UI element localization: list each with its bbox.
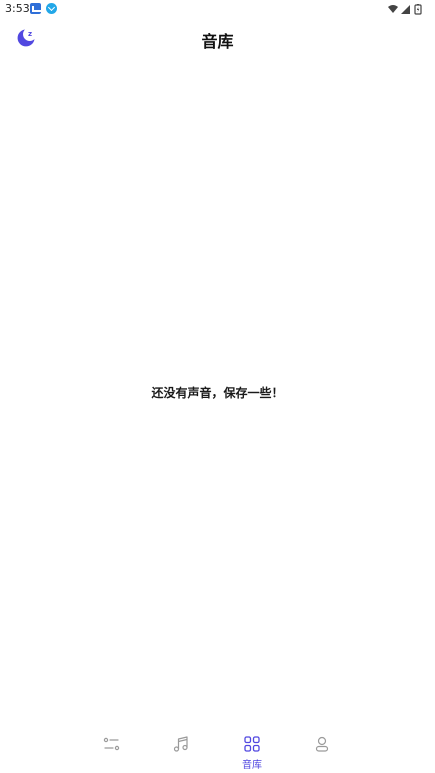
nav-item-music[interactable] — [161, 730, 201, 772]
empty-state-message: 还没有声音，保存一些！ — [151, 386, 284, 400]
status-bar: 3:53 — [0, 0, 435, 18]
bottom-navigation: 音库 — [0, 730, 435, 773]
signal-icon — [401, 5, 410, 14]
app-header: z 音库 — [0, 22, 435, 58]
status-time: 3:53 — [5, 2, 30, 15]
nav-item-library[interactable]: 音库 — [232, 730, 272, 772]
page-title: 音库 — [201, 32, 234, 51]
profile-icon — [315, 736, 329, 752]
nav-label-library: 音库 — [242, 760, 262, 771]
system-status-icons — [388, 4, 422, 15]
battery-icon — [414, 4, 422, 15]
nav-item-profile[interactable] — [302, 730, 342, 772]
download-icon — [46, 3, 57, 14]
grid-icon — [244, 736, 260, 752]
mixer-icon — [103, 737, 120, 751]
notification-app-icon — [30, 3, 43, 14]
nav-item-mixer[interactable] — [92, 730, 132, 772]
wifi-icon — [388, 5, 398, 13]
music-note-icon — [173, 736, 188, 752]
